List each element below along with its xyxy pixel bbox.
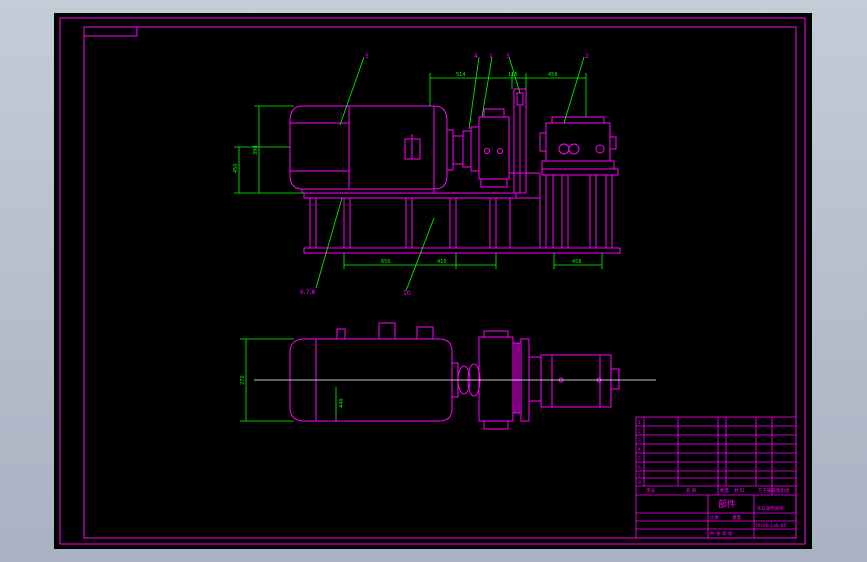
header-material: 材 料 bbox=[734, 487, 745, 494]
drawing-canvas: 514 115 456 398 450 650 410 456 5 4 1 3 … bbox=[54, 13, 812, 549]
header-name: 名 称 bbox=[686, 487, 697, 494]
dim-left-2: 450 bbox=[233, 163, 239, 173]
drawing-number-box bbox=[83, 26, 138, 37]
elevation-dimensions bbox=[234, 73, 603, 269]
callout-5: 5 bbox=[365, 53, 369, 60]
header-qty: 数量 bbox=[720, 487, 729, 494]
elevation-view bbox=[289, 88, 621, 254]
header-seq: 序号 bbox=[646, 487, 655, 494]
dim-bottom-1: 650 bbox=[381, 259, 391, 265]
dim-top-2: 115 bbox=[508, 72, 518, 78]
brake-housing bbox=[478, 116, 510, 180]
motor-body bbox=[289, 105, 448, 190]
dim-top-1: 514 bbox=[456, 72, 466, 78]
dim-bottom-2: 410 bbox=[437, 259, 447, 265]
callout-6-7-8: 6,7,8 bbox=[300, 289, 315, 296]
project-name: 万方铸铁辊机组 bbox=[758, 487, 790, 494]
elevation-dimension-labels: 514 115 456 398 450 650 410 456 bbox=[233, 72, 582, 265]
gearbox-stand bbox=[541, 168, 619, 176]
callout-4: 4 bbox=[474, 53, 478, 60]
row-no-4: 4 bbox=[638, 447, 641, 453]
callout-2: 2 bbox=[585, 53, 589, 60]
plan-brake bbox=[478, 336, 514, 422]
row-no-1: 1 bbox=[638, 420, 641, 426]
part-label: 部件 bbox=[718, 498, 736, 510]
drawing-number: RHXB-1a8-88 bbox=[756, 523, 786, 529]
base-frame-top bbox=[303, 192, 517, 199]
sheet-footer: 共 张 第 张 bbox=[710, 530, 733, 537]
row-no-6: 6 bbox=[638, 465, 641, 471]
row-no-5: 5 bbox=[638, 456, 641, 462]
dim-top-3: 456 bbox=[548, 72, 558, 78]
row-no-7: 7 bbox=[638, 473, 641, 479]
dim-bottom-3: 456 bbox=[572, 259, 582, 265]
weight-label: 重量 bbox=[732, 514, 741, 521]
callout-10: 10 bbox=[403, 290, 411, 297]
row-no-3: 3 bbox=[638, 438, 641, 444]
row-no-2: 2 bbox=[638, 429, 641, 435]
dim-plan-2: 440 bbox=[339, 398, 345, 408]
dim-left-1: 398 bbox=[253, 145, 259, 155]
plan-view bbox=[289, 322, 620, 430]
inner-frame bbox=[83, 26, 797, 539]
outer-frame bbox=[59, 17, 806, 545]
assembly-name: 热轧钢卷捆带 bbox=[757, 505, 784, 512]
ratio-label: 比例 bbox=[710, 514, 719, 521]
row-no-8: 8 bbox=[638, 480, 641, 486]
title-block-text: 1 2 3 4 5 6 7 8 序号 名 称 数量 材 料 万方铸铁辊机组 部件… bbox=[638, 420, 790, 537]
callout-1: 1 bbox=[489, 53, 493, 60]
leader-lines bbox=[315, 56, 585, 292]
base-frame-bottom bbox=[303, 247, 621, 254]
dim-plan-1: 270 bbox=[240, 375, 246, 385]
gearbox-body bbox=[545, 122, 611, 162]
callout-3: 3 bbox=[506, 53, 510, 60]
cad-drawing: 514 115 456 398 450 650 410 456 5 4 1 3 … bbox=[59, 17, 806, 545]
